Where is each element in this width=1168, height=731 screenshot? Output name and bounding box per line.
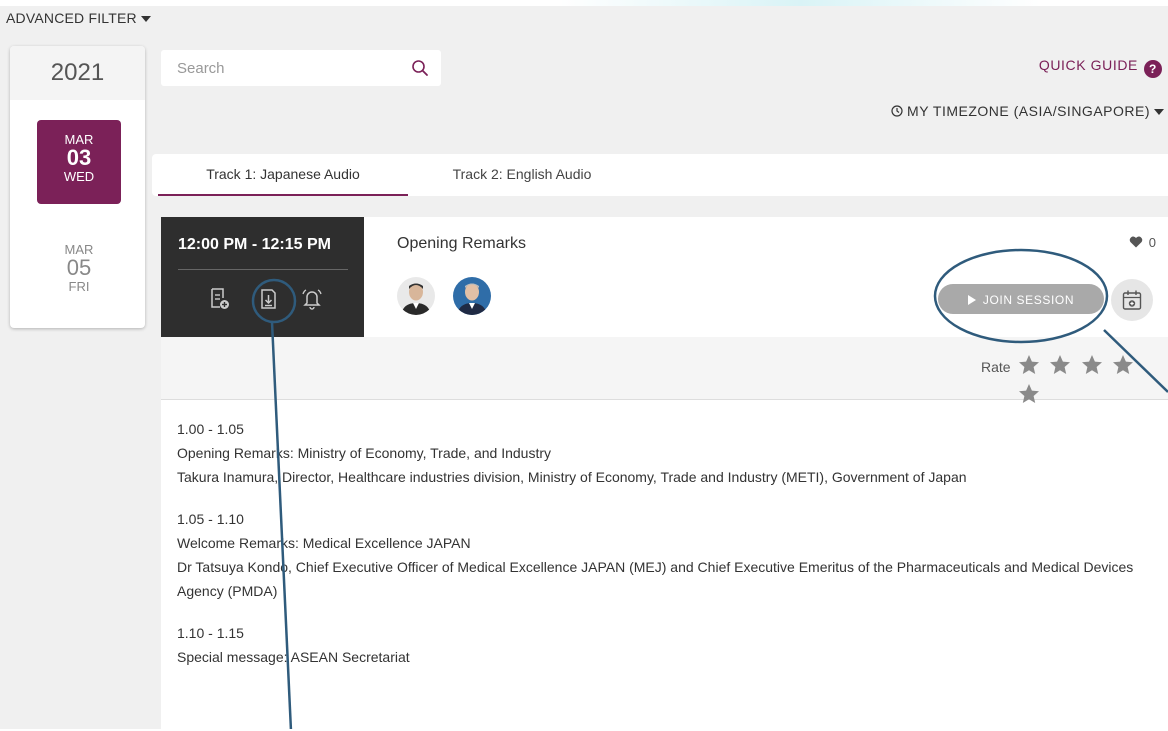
tab-track-1[interactable]: Track 1: Japanese Audio [158,154,408,196]
search-icon[interactable] [411,59,429,77]
session-card: 12:00 PM - 12:15 PM Opening Remarks 0 JO… [161,217,1168,731]
join-session-label: JOIN SESSION [982,293,1075,307]
description-line: Takura Inamura, Director, Healthcare ind… [177,469,967,485]
tab-track-2[interactable]: Track 2: English Audio [422,154,622,194]
date-weekday: FRI [68,279,90,294]
add-calendar-icon [1122,290,1142,310]
star-rating [1017,353,1168,411]
date-weekday: WED [63,169,95,184]
star-icon[interactable] [1048,353,1072,377]
year-label: 2021 [10,46,145,100]
caret-down-icon [1154,109,1164,116]
join-session-button[interactable]: JOIN SESSION [938,284,1104,314]
divider [178,269,348,270]
description-line: 1.10 - 1.15 [177,625,244,641]
date-month: MAR [64,242,94,257]
description-line: 1.05 - 1.10 [177,511,244,527]
download-icon[interactable] [254,286,280,312]
star-icon[interactable] [1017,382,1041,406]
add-note-icon[interactable] [206,286,232,312]
agenda-page: ADVANCED FILTER 2021 MAR 03 WED MAR 05 F… [0,0,1168,731]
speaker-avatar[interactable] [397,277,435,315]
heart-icon [1129,236,1143,248]
session-time: 12:00 PM - 12:15 PM [178,236,331,253]
like-counter[interactable]: 0 [1129,235,1156,250]
star-icon[interactable] [1080,353,1104,377]
add-to-calendar-button[interactable] [1111,279,1153,321]
rating-bar: Rate [161,337,1168,403]
clock-icon [891,105,903,117]
track-tabs: Track 1: Japanese Audio Track 2: English… [152,154,1168,196]
help-icon: ? [1144,60,1162,78]
star-icon[interactable] [1017,353,1041,377]
search-input[interactable] [161,50,433,86]
timezone-selector[interactable]: MY TIMEZONE (ASIA/SINGAPORE) [891,103,1164,119]
date-selector: 2021 MAR 03 WED MAR 05 FRI [10,46,145,328]
date-day: 05 [66,255,92,280]
session-description: 1.00 - 1.05 Opening Remarks: Ministry of… [177,417,1162,687]
session-time-block: 12:00 PM - 12:15 PM [161,217,364,337]
search-box [161,50,441,86]
bell-icon[interactable] [299,286,325,312]
date-item-mar-05[interactable]: MAR 05 FRI [37,230,121,314]
top-banner-strip [0,0,1168,6]
quick-guide-label: QUICK GUIDE [1038,57,1138,73]
timezone-label: MY TIMEZONE (ASIA/SINGAPORE) [907,103,1150,119]
session-title[interactable]: Opening Remarks [397,235,526,253]
speaker-avatar[interactable] [453,277,491,315]
advanced-filter-toggle[interactable]: ADVANCED FILTER [6,10,151,26]
quick-guide-link[interactable]: QUICK GUIDE? [1039,57,1162,78]
date-item-mar-03[interactable]: MAR 03 WED [37,120,121,204]
description-line: Dr Tatsuya Kondo, Chief Executive Office… [177,559,1134,599]
play-icon [967,295,976,305]
description-line: 1.00 - 1.05 [177,421,244,437]
advanced-filter-label: ADVANCED FILTER [6,10,137,26]
date-month: MAR [64,132,94,147]
description-line: Welcome Remarks: Medical Excellence JAPA… [177,535,471,551]
caret-down-icon [140,16,151,23]
date-day: 03 [66,145,92,170]
rate-label: Rate [981,359,1011,375]
description-line: Special message: ASEAN Secretariat [177,649,410,665]
like-count: 0 [1148,235,1156,250]
description-line: Opening Remarks: Ministry of Economy, Tr… [177,445,552,461]
star-icon[interactable] [1111,353,1135,377]
